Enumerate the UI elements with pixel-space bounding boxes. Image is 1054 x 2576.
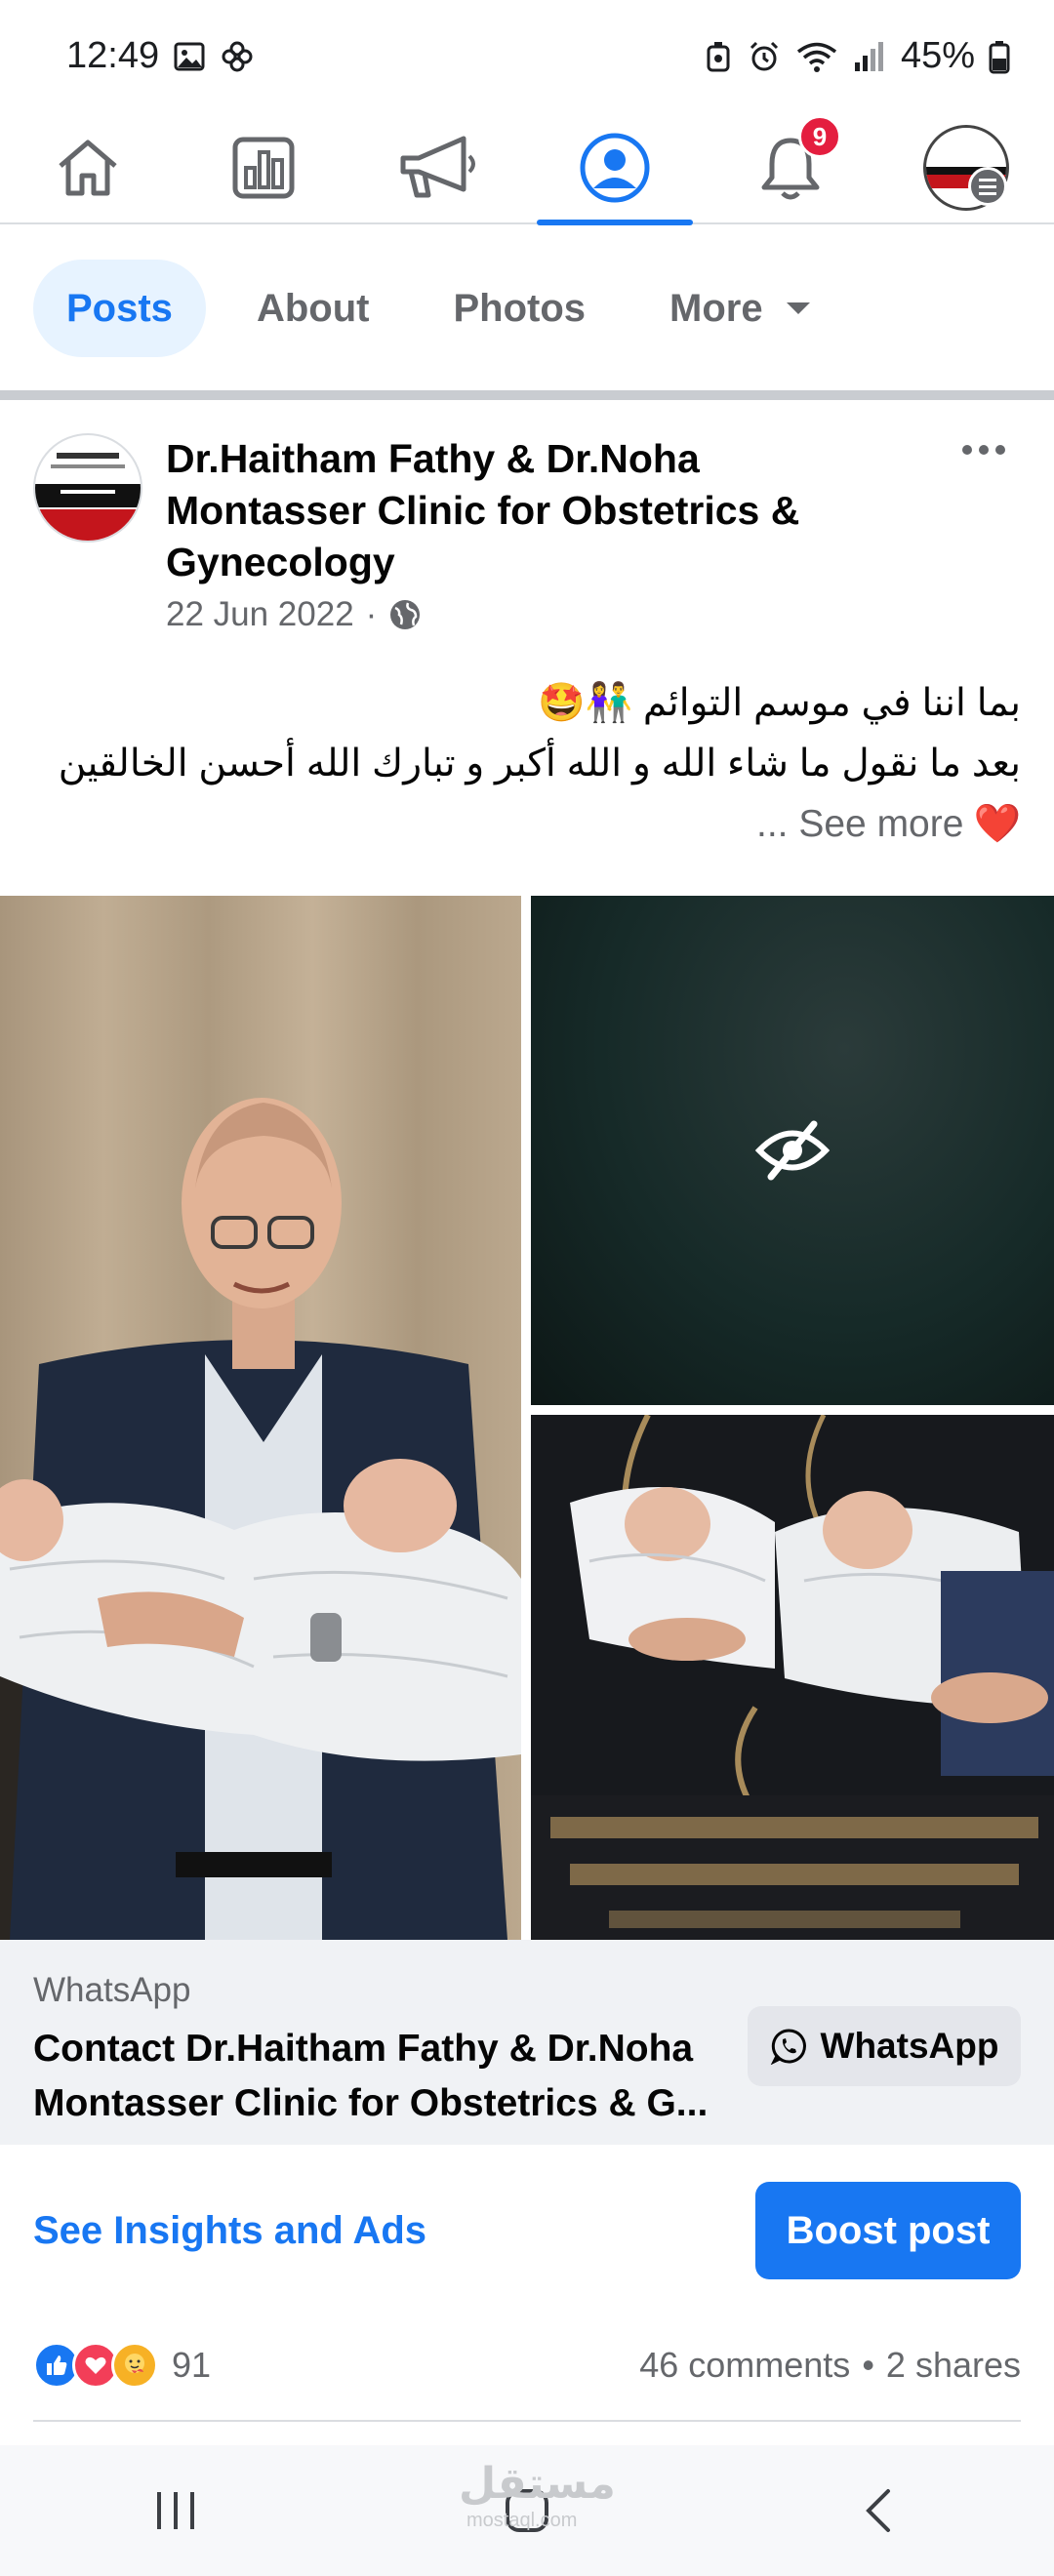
comments-count[interactable]: 46 comments — [639, 2345, 850, 2386]
alarm-icon — [747, 39, 782, 74]
notification-badge: 9 — [798, 115, 841, 158]
heart-emoji: ❤️ — [973, 803, 1021, 845]
status-left: 12:49 — [66, 35, 255, 77]
megaphone-icon — [400, 136, 475, 197]
wifi-icon — [795, 39, 838, 74]
watermark-url: mostaql.com — [466, 2510, 578, 2531]
post-text: بما اننا في موسم التوائم 👫🤩 بعد ما نقول … — [33, 673, 1021, 855]
dashboard-icon — [232, 137, 295, 198]
tab-more[interactable]: More — [636, 260, 843, 357]
post-header: Dr.Haitham Fathy & Dr.Noha Montasser Cli… — [0, 400, 1054, 654]
cta-title: Contact Dr.Haitham Fathy & Dr.Noha Monta… — [33, 2028, 709, 2124]
hidden-eye-icon — [754, 1120, 831, 1181]
home-icon — [59, 140, 117, 195]
insights-row: See Insights and Ads Boost post — [0, 2145, 1054, 2316]
post-avatar[interactable] — [33, 433, 142, 543]
post-text-line-2: بعد ما نقول ما شاء الله و الله أكبر و تب… — [58, 743, 1021, 785]
reaction-count: 91 — [172, 2345, 212, 2385]
post-date[interactable]: 22 Jun 2022 — [166, 595, 354, 634]
recent-apps-button[interactable] — [117, 2467, 234, 2555]
nav-ads[interactable] — [361, 111, 517, 223]
care-reaction-icon — [111, 2342, 158, 2389]
post-photo-2-hidden[interactable] — [531, 896, 1054, 1405]
top-navigation: 9 — [0, 111, 1054, 225]
tab-photos[interactable]: Photos — [420, 260, 619, 357]
post-text-line-1: بما اننا في موسم التوائم 👫🤩 — [537, 682, 1021, 724]
see-insights-link[interactable]: See Insights and Ads — [33, 2209, 426, 2253]
twins-photo — [531, 1415, 1054, 1940]
whatsapp-cta[interactable]: WhatsApp Contact Dr.Haitham Fathy & Dr.N… — [0, 1940, 1054, 2145]
whatsapp-icon — [770, 2029, 806, 2065]
battery-icon — [989, 39, 1010, 74]
nav-menu[interactable] — [888, 111, 1044, 223]
globe-icon — [390, 600, 421, 629]
boost-post-button[interactable]: Boost post — [755, 2182, 1021, 2279]
tab-about[interactable]: About — [223, 260, 403, 357]
reactions-divider — [33, 2420, 1021, 2422]
post-photo-1[interactable] — [0, 896, 521, 1940]
stats-separator: • — [862, 2345, 874, 2385]
nav-notifications[interactable]: 9 — [712, 111, 869, 223]
back-button[interactable] — [820, 2467, 937, 2555]
back-icon — [866, 2489, 890, 2532]
see-more-link[interactable]: ... See more — [756, 794, 963, 855]
status-right: 45% — [704, 35, 1010, 77]
section-divider — [0, 390, 1054, 400]
post-author[interactable]: Dr.Haitham Fathy & Dr.Noha Montasser Cli… — [166, 433, 849, 588]
battery-level: 45% — [900, 35, 975, 76]
shares-count[interactable]: 2 shares — [886, 2345, 1021, 2386]
tab-more-label: More — [669, 286, 763, 330]
reactions-row: 91 46 comments • 2 shares — [0, 2316, 1054, 2414]
pinwheel-icon — [220, 39, 255, 74]
doctor-holding-twins-photo — [0, 896, 521, 1940]
profile-icon — [580, 133, 650, 202]
nav-home[interactable] — [10, 111, 166, 223]
caret-down-icon — [786, 302, 810, 314]
post-meta: 22 Jun 2022 · — [166, 595, 422, 634]
recent-apps-icon — [157, 2492, 194, 2529]
post-photo-3[interactable] — [531, 1415, 1054, 1940]
see-more-row: ❤️ ... See more — [33, 794, 1021, 855]
gallery-icon — [173, 40, 206, 73]
nav-dashboard[interactable] — [185, 111, 342, 223]
profile-tabs: Posts About Photos More — [0, 226, 1054, 390]
status-time: 12:49 — [66, 35, 160, 76]
reaction-summary[interactable]: 91 — [33, 2342, 211, 2389]
watermark-logo: مستقل — [459, 2460, 616, 2508]
meta-separator: · — [365, 595, 378, 633]
status-bar: 12:49 45% — [0, 0, 1054, 112]
post-options-icon[interactable] — [962, 445, 1005, 455]
whatsapp-button[interactable]: WhatsApp — [748, 2006, 1021, 2086]
menu-icon — [968, 167, 1007, 206]
engagement-stats: 46 comments • 2 shares — [639, 2345, 1021, 2386]
cta-label: WhatsApp — [33, 1971, 191, 2009]
tab-posts[interactable]: Posts — [33, 260, 206, 357]
signal-icon — [852, 39, 887, 74]
lock-clock-icon — [704, 39, 733, 74]
nav-profile[interactable] — [537, 111, 693, 225]
whatsapp-button-label: WhatsApp — [820, 2026, 999, 2066]
